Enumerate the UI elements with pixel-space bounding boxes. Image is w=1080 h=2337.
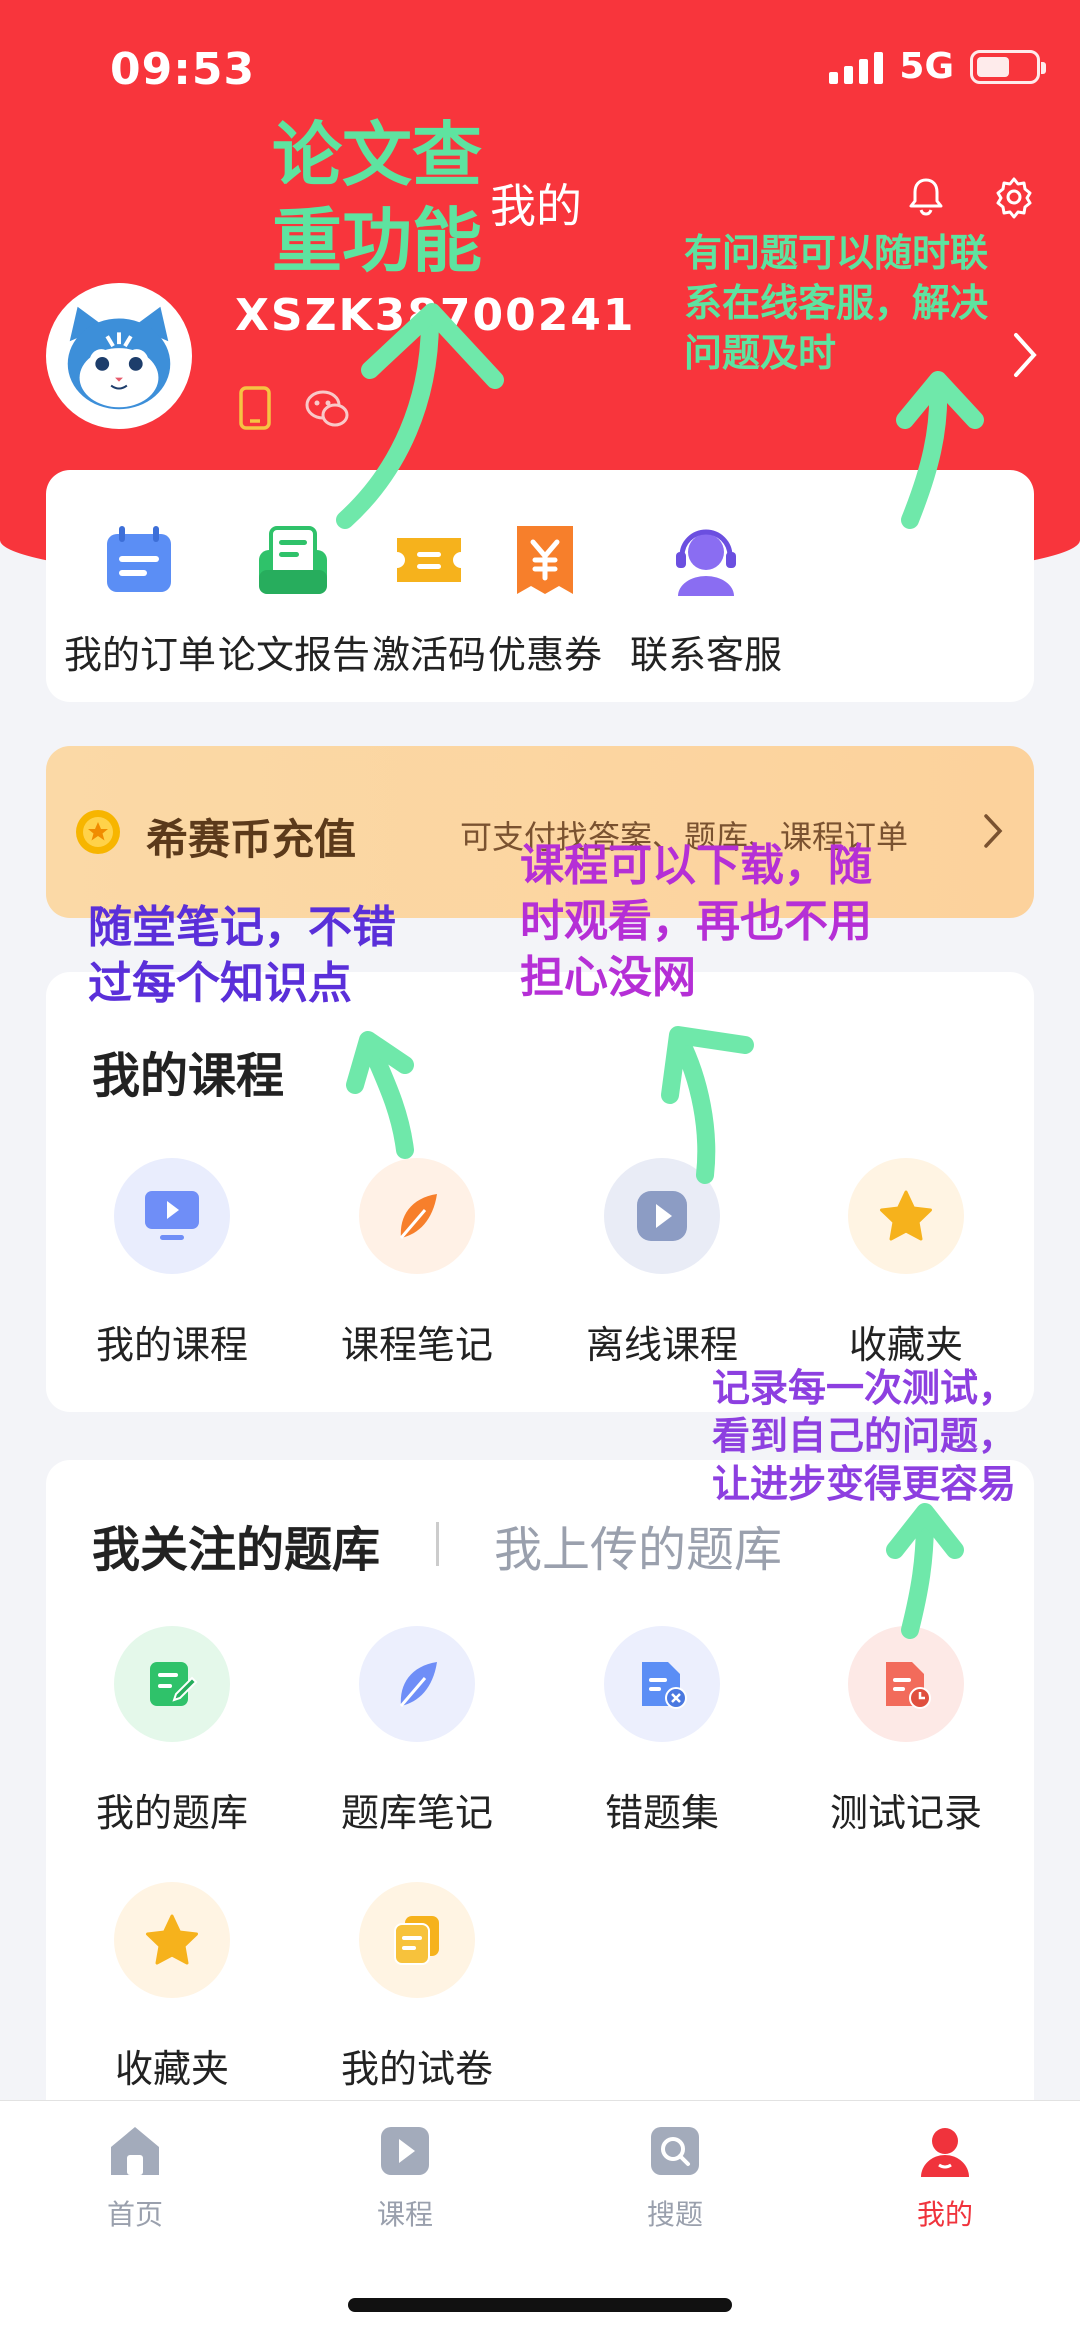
tab-label: 课程	[376, 2198, 433, 2231]
annotation-paper-check: 论文查 重功能	[272, 114, 482, 282]
tab-label: 我的	[916, 2198, 973, 2231]
tab-home[interactable]: 首页	[65, 2121, 205, 2233]
arrow-to-offline	[671, 1031, 716, 1184]
tab-label: 首页	[106, 2198, 163, 2231]
annotation-service: 有问题可以随时联 系在线客服，解决 问题及时	[684, 231, 989, 375]
tab-search-questions[interactable]: 搜题	[605, 2121, 745, 2233]
tab-label: 搜题	[646, 2198, 703, 2231]
arrow-to-offline-head	[661, 1026, 754, 1104]
user-icon	[921, 2128, 969, 2177]
annotation-notes: 随堂笔记，不错 过每个知识点	[88, 902, 396, 1009]
tab-courses[interactable]: 课程	[335, 2121, 475, 2233]
search-icon	[651, 2127, 699, 2175]
annotation-download: 课程可以下载，随 时观看，再也不用 担心没网	[520, 840, 872, 1003]
tab-mine[interactable]: 我的	[875, 2121, 1015, 2233]
home-indicator	[348, 2298, 732, 2312]
annotation-records: 记录每一次测试， 看到自己的问题， 让进步变得更容易	[712, 1366, 1017, 1506]
play-icon	[381, 2127, 429, 2175]
home-icon	[111, 2127, 159, 2175]
